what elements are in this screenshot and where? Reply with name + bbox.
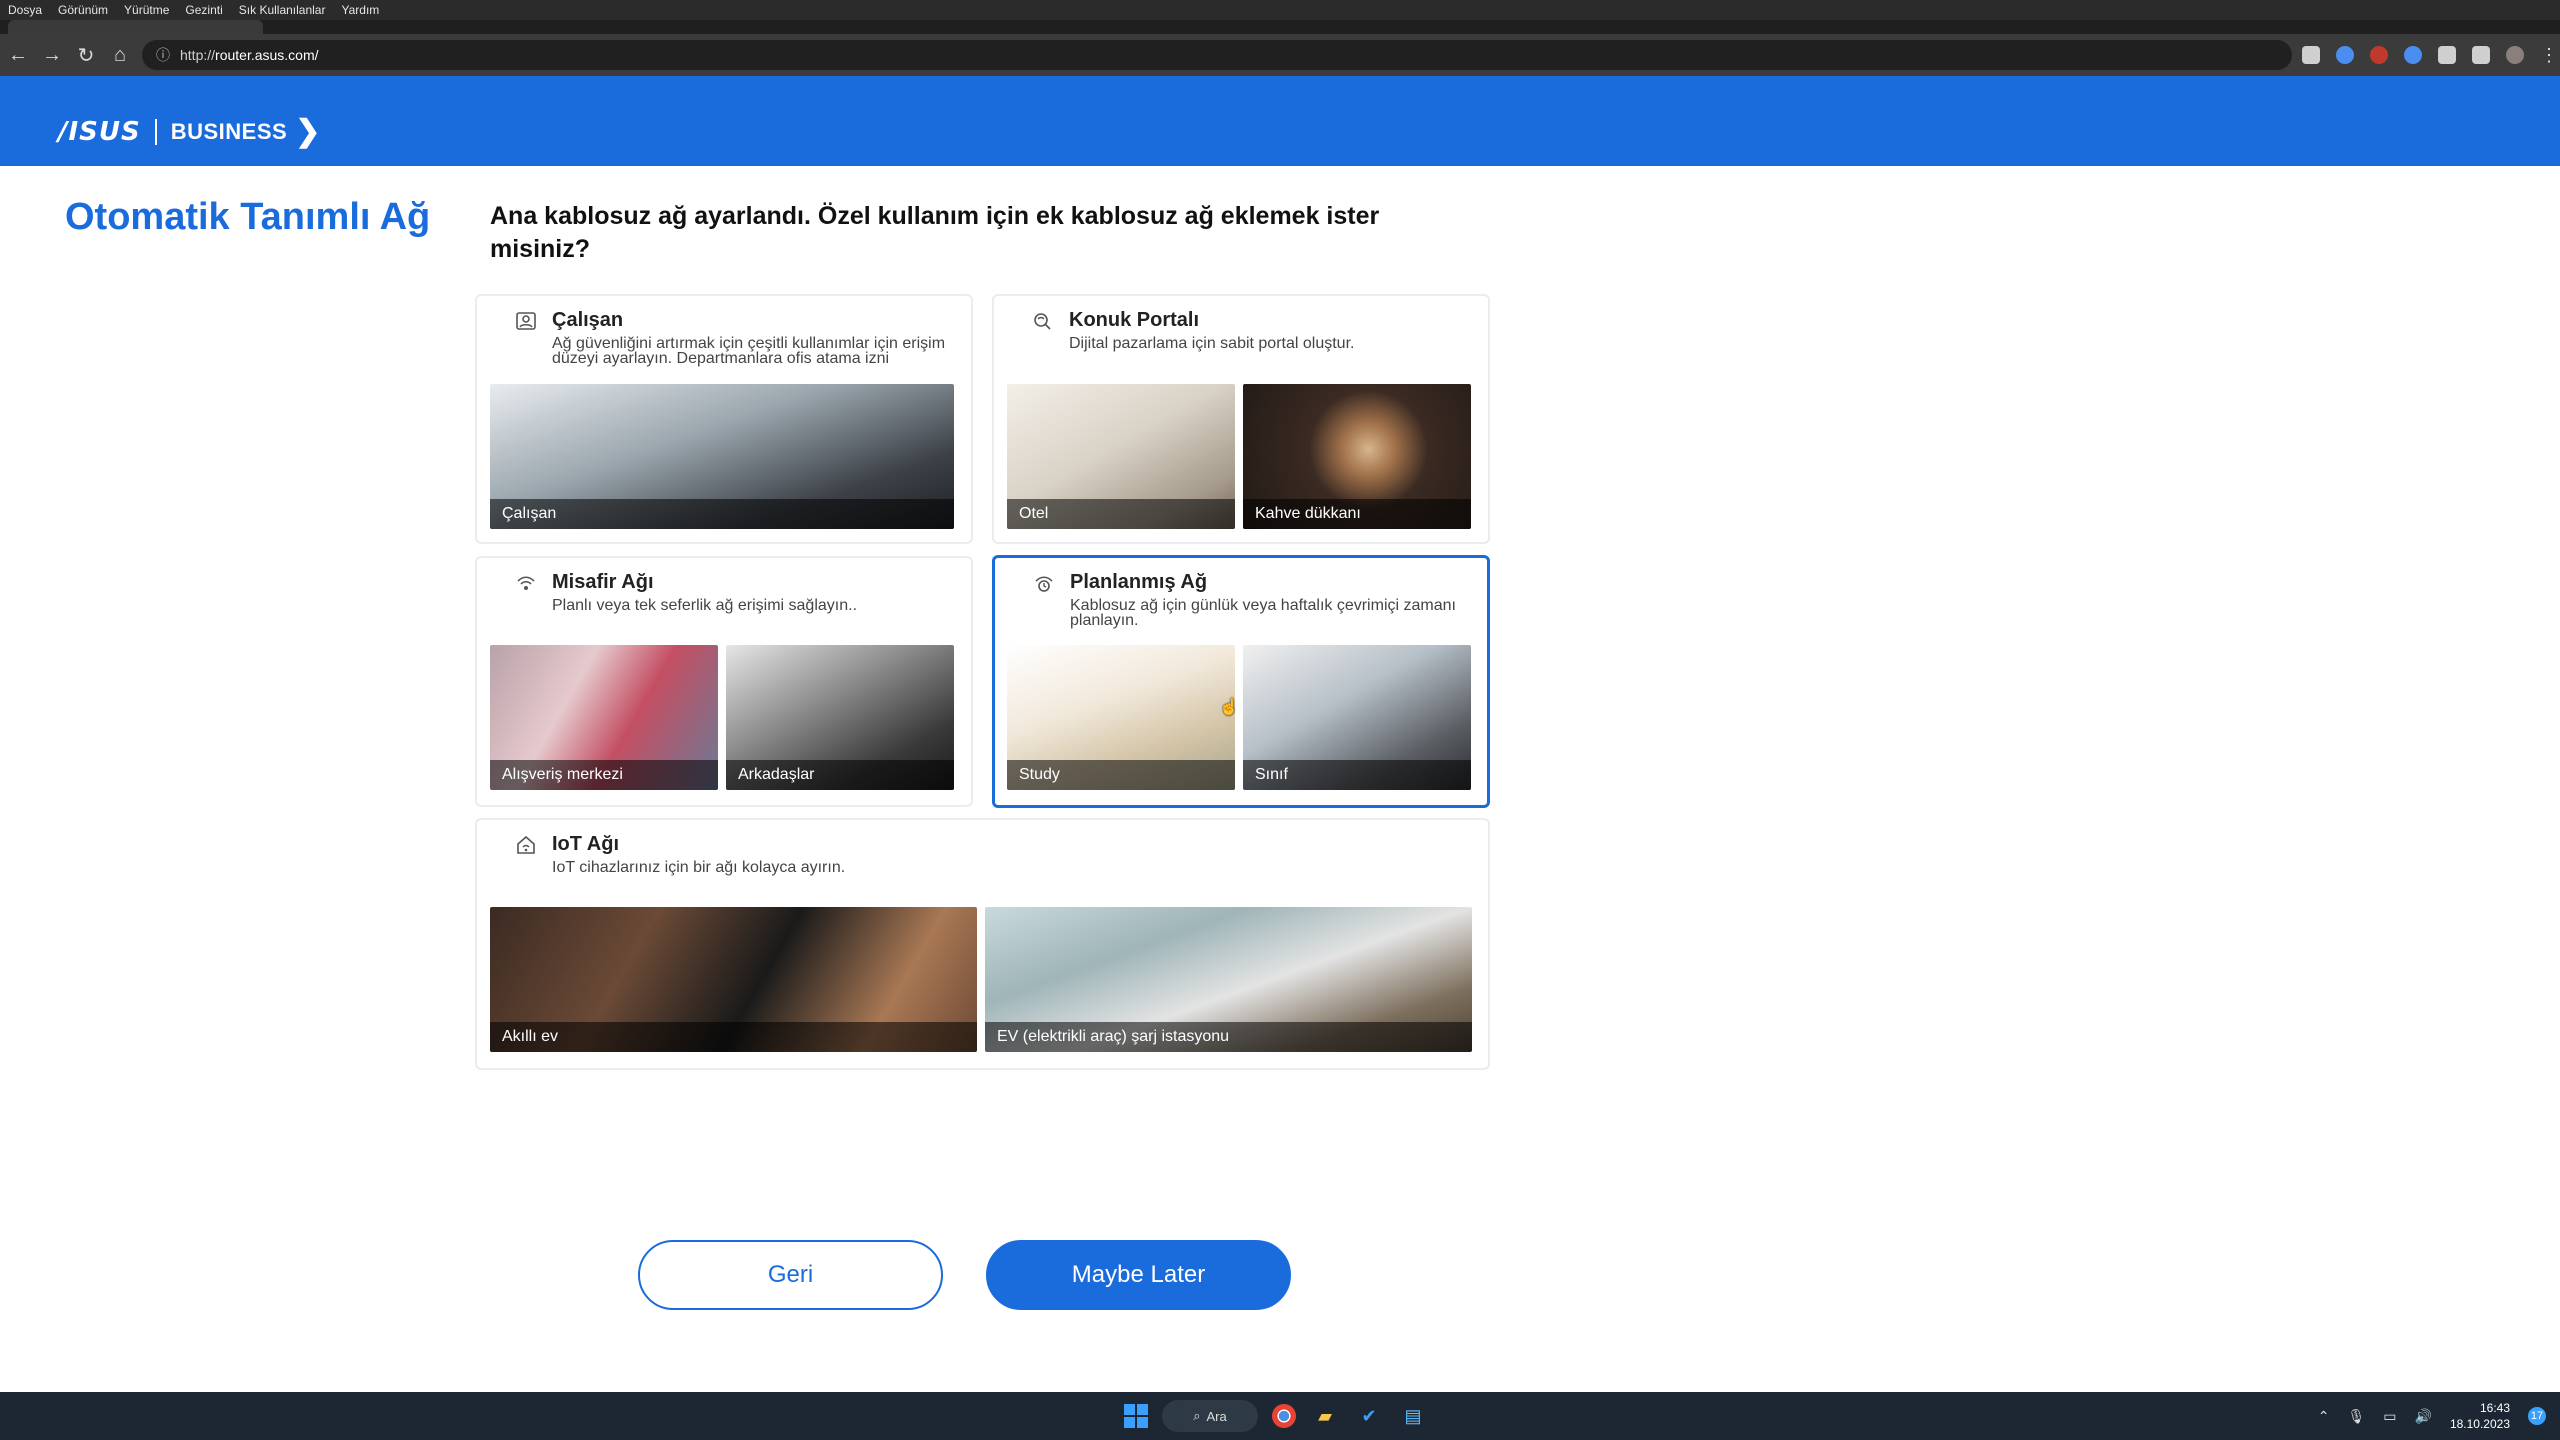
taskbar-apps: ⌕ Ara ▰ ✔ ▤ (1124, 1400, 1428, 1432)
back-button[interactable]: Geri (638, 1240, 943, 1310)
menu-navigate[interactable]: Gezinti (185, 3, 222, 17)
card-title: IoT Ağı (552, 833, 620, 855)
microphone-icon[interactable]: 🎙 (2347, 1408, 2365, 1425)
os-taskbar: ⌕ Ara ▰ ✔ ▤ ⌃ 🎙 ▭ 🔊 16:43 18.10.2023 17 (0, 1392, 2560, 1440)
menu-favorites[interactable]: Sık Kullanılanlar (239, 3, 326, 17)
card-guest-portal[interactable]: Konuk Portalı Dijital pazarlama için sab… (992, 294, 1490, 544)
menu-help[interactable]: Yardım (341, 3, 379, 17)
maybe-later-button[interactable]: Maybe Later (986, 1240, 1291, 1310)
sidebar-icon[interactable] (2472, 46, 2490, 64)
menu-run[interactable]: Yürütme (124, 3, 169, 17)
menu-file[interactable]: Dosya (8, 3, 42, 17)
image-caption: Arkadaşlar (726, 760, 954, 790)
image-caption: EV (elektrikli araç) şarj istasyonu (985, 1022, 1472, 1052)
site-info-icon[interactable]: ⓘ (156, 45, 170, 65)
extension-icon[interactable] (2302, 46, 2320, 64)
study-image[interactable]: Study (1007, 645, 1235, 790)
iot-home-icon (513, 832, 539, 858)
browser-tab[interactable] (8, 20, 263, 34)
card-description: Ağ güvenliğini artırmak için çeşitli kul… (552, 335, 946, 367)
volume-icon[interactable]: 🔊 (2415, 1408, 2432, 1425)
guest-wifi-icon (513, 570, 539, 596)
file-explorer-icon[interactable]: ▰ (1310, 1401, 1340, 1431)
search-label: Ara (1206, 1408, 1227, 1424)
image-caption: Sınıf (1243, 760, 1471, 790)
card-description: Dijital pazarlama için sabit portal oluş… (1069, 335, 1355, 352)
profile-avatar[interactable] (2506, 46, 2524, 64)
app-menu-bar: Dosya Görünüm Yürütme Gezinti Sık Kullan… (0, 0, 2560, 20)
portal-icon (1030, 308, 1056, 334)
tab-strip (0, 20, 2560, 34)
schedule-wifi-icon (1031, 570, 1057, 596)
forward-arrow-icon[interactable]: → (36, 39, 68, 71)
todo-check-icon[interactable]: ✔ (1354, 1401, 1384, 1431)
image-caption: Otel (1007, 499, 1235, 529)
brand-header: /ISUS BUSINESS ❯ (0, 76, 2560, 166)
back-arrow-icon[interactable]: ← (2, 39, 34, 71)
address-bar[interactable]: ⓘ http://router.asus.com/ (142, 40, 2292, 70)
url-host: router.asus.com/ (215, 47, 319, 63)
card-description: IoT cihazlarınız için bir ağı kolayca ay… (552, 859, 846, 876)
browser-toolbar: ← → ↻ ⌂ ⓘ http://router.asus.com/ ⋮ (0, 34, 2560, 76)
image-caption: Study (1007, 760, 1235, 790)
business-text: BUSINESS (170, 118, 288, 144)
card-title: Çalışan (552, 309, 624, 331)
notepad-icon[interactable]: ▤ (1398, 1401, 1428, 1431)
asus-logo-text: /ISUS (58, 116, 141, 147)
employee-image[interactable]: Çalışan (490, 384, 954, 529)
network-icon[interactable]: ▭ (2383, 1408, 2396, 1425)
extension-icons: ⋮ (2302, 40, 2558, 70)
chrome-icon[interactable] (1272, 1404, 1296, 1428)
url-text: http://router.asus.com/ (180, 47, 319, 63)
image-caption: Alışveriş merkezi (490, 760, 718, 790)
clock-time: 16:43 (2479, 1401, 2510, 1415)
card-title: Planlanmış Ağ (1070, 571, 1208, 593)
image-caption: Kahve dükkanı (1243, 499, 1471, 529)
smart-home-image[interactable]: Akıllı ev (490, 907, 977, 1052)
image-caption: Çalışan (490, 499, 954, 529)
asus-business-logo: /ISUS BUSINESS ❯ (58, 114, 320, 149)
card-scheduled-network[interactable]: Planlanmış Ağ Kablosuz ağ için günlük ve… (992, 555, 1490, 808)
search-icon: ⌕ (1193, 1408, 1201, 1423)
home-icon[interactable]: ⌂ (104, 39, 136, 71)
extension-icon[interactable] (2404, 46, 2422, 64)
clock[interactable]: 16:43 18.10.2023 (2450, 1400, 2510, 1432)
more-menu-icon[interactable]: ⋮ (2540, 46, 2558, 64)
clock-date: 18.10.2023 (2449, 1417, 2510, 1431)
card-iot-network[interactable]: IoT Ağı IoT cihazlarınız için bir ağı ko… (475, 818, 1490, 1070)
taskbar-search[interactable]: ⌕ Ara (1162, 1400, 1258, 1432)
mall-image[interactable]: Alışveriş merkezi (490, 645, 718, 790)
card-description: Kablosuz ağ için günlük veya haftalık çe… (1070, 597, 1456, 629)
puzzle-icon[interactable] (2438, 46, 2456, 64)
card-guest-network[interactable]: Misafir Ağı Planlı veya tek seferlik ağ … (475, 556, 973, 807)
url-prefix: http:// (180, 47, 216, 63)
page-question: Ana kablosuz ağ ayarlandı. Özel kullanım… (490, 202, 1380, 263)
system-tray: ⌃ 🎙 ▭ 🔊 16:43 18.10.2023 17 (2318, 1398, 2546, 1434)
employee-badge-icon (513, 308, 539, 334)
logo-divider (154, 118, 157, 145)
menu-view[interactable]: Görünüm (58, 3, 108, 17)
windows-start-icon[interactable] (1124, 1404, 1148, 1428)
mouse-cursor-icon: ☝ (1219, 699, 1239, 716)
coffee-shop-image[interactable]: Kahve dükkanı (1243, 384, 1471, 529)
notification-badge[interactable]: 17 (2528, 1407, 2546, 1425)
card-title: Misafir Ağı (552, 571, 654, 593)
card-title: Konuk Portalı (1069, 309, 1200, 331)
card-description: Planlı veya tek seferlik ağ erişimi sağl… (552, 597, 858, 614)
image-caption: Akıllı ev (490, 1022, 977, 1052)
page-title: Otomatik Tanımlı Ağ (65, 196, 431, 238)
classroom-image[interactable]: Sınıf (1243, 645, 1471, 790)
chevron-logo-icon: ❯ (295, 115, 321, 148)
friends-image[interactable]: Arkadaşlar (726, 645, 954, 790)
extension-icon[interactable] (2336, 46, 2354, 64)
reload-icon[interactable]: ↻ (70, 39, 102, 71)
ev-charging-image[interactable]: EV (elektrikli araç) şarj istasyonu (985, 907, 1472, 1052)
card-employee[interactable]: Çalışan Ağ güvenliğini artırmak için çeş… (475, 294, 973, 544)
hotel-image[interactable]: Otel (1007, 384, 1235, 529)
extension-icon[interactable] (2370, 46, 2388, 64)
chevron-up-icon[interactable]: ⌃ (2318, 1408, 2330, 1425)
